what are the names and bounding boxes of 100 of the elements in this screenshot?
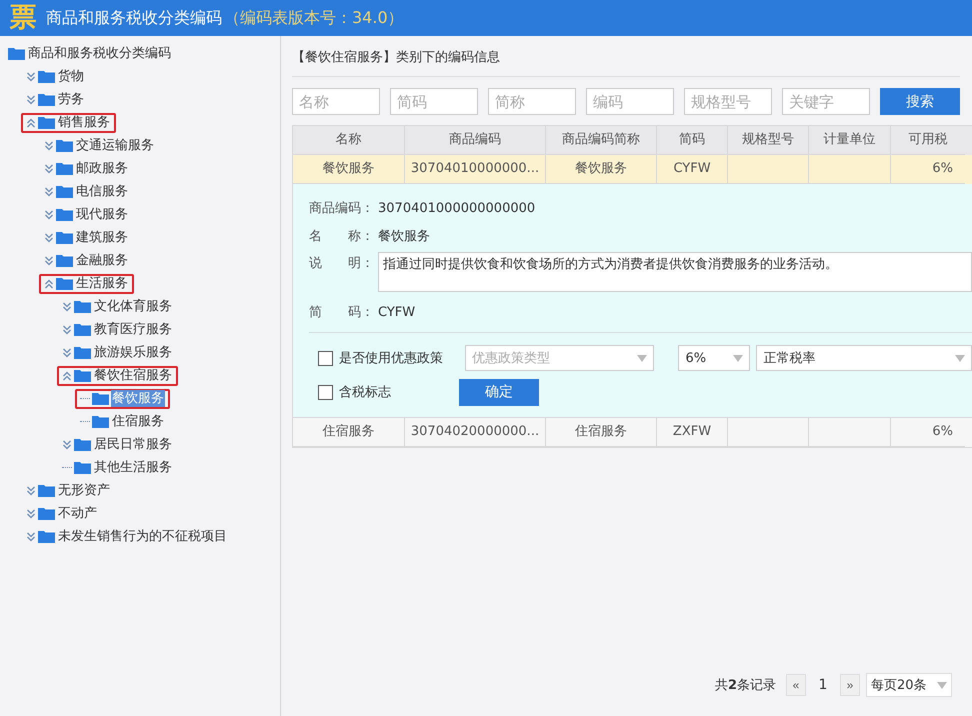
field-label: 说 明： <box>309 255 375 272</box>
folder-icon <box>56 231 73 244</box>
tree-item[interactable]: 其他生活服务 <box>93 459 173 476</box>
folder-icon <box>56 277 73 290</box>
tree-item[interactable]: 劳务 <box>57 91 85 108</box>
table-cell: 30704020000000... <box>405 418 546 447</box>
page-number: 1 <box>818 677 828 693</box>
confirm-button[interactable]: 确定 <box>459 378 539 406</box>
description-field[interactable]: 指通过同时提供饮食和饮食场所的方式为消费者提供饮食消费服务的业务活动。 <box>378 252 972 292</box>
folder-icon <box>56 162 73 175</box>
toggle-icon[interactable] <box>62 370 72 382</box>
tree-item[interactable]: 建筑服务 <box>75 229 129 246</box>
toggle-icon[interactable] <box>26 70 36 82</box>
folder-icon <box>38 530 55 543</box>
folder-icon <box>74 369 91 382</box>
app-logo: 票 <box>8 3 38 33</box>
search-button[interactable]: 搜索 <box>880 88 960 115</box>
toggle-icon[interactable] <box>44 162 54 174</box>
tree-item[interactable]: 住宿服务 <box>111 413 165 430</box>
caret-icon <box>637 354 648 362</box>
field-value: 3070401000000000000 <box>378 200 536 216</box>
folder-icon <box>38 484 55 497</box>
folder-icon <box>38 70 55 83</box>
folder-icon <box>38 507 55 520</box>
window-title: 商品和服务税收分类编码 <box>46 8 222 28</box>
checkbox-label: 是否使用优惠政策 <box>339 350 444 367</box>
tree-item[interactable]: 餐饮住宿服务 <box>93 367 173 384</box>
table-cell: 住宿服务 <box>546 418 657 447</box>
previous-page-button[interactable]: « <box>786 674 806 696</box>
folder-icon <box>56 139 73 152</box>
search-field[interactable]: 规格型号 <box>684 88 772 115</box>
search-field[interactable]: 简码 <box>390 88 478 115</box>
toggle-icon[interactable] <box>62 324 72 336</box>
tree-item[interactable]: 教育医疗服务 <box>93 321 173 338</box>
tax-rate-dropdown[interactable]: 6% <box>678 345 750 371</box>
caret-icon <box>937 682 947 688</box>
table-row[interactable]: 住宿服务 30704020000000... 住宿服务 ZXFW 6% <box>293 418 972 447</box>
tree-item[interactable]: 居民日常服务 <box>93 436 173 453</box>
field-value: CYFW <box>378 304 416 320</box>
folder-icon <box>74 461 91 474</box>
tree-item[interactable]: 交通运输服务 <box>75 137 155 154</box>
toggle-icon[interactable] <box>26 484 36 496</box>
toggle-icon[interactable] <box>44 208 54 220</box>
folder-icon <box>56 185 73 198</box>
search-field[interactable]: 编码 <box>586 88 674 115</box>
tree-item[interactable]: 旅游娱乐服务 <box>93 344 173 361</box>
page-size-dropdown[interactable]: 每页20条 <box>866 673 952 697</box>
folder-icon <box>74 323 91 336</box>
table-cell: 6% <box>891 418 965 447</box>
toggle-icon[interactable] <box>26 116 36 128</box>
next-page-button[interactable]: » <box>840 674 860 696</box>
toggle-icon[interactable] <box>26 94 36 106</box>
folder-icon <box>8 47 25 60</box>
toggle-icon[interactable] <box>62 346 72 358</box>
folder-icon <box>56 254 73 267</box>
tree-item[interactable]: 不动产 <box>57 505 98 522</box>
field-value: 餐饮服务 <box>378 228 430 245</box>
field-label: 简 码： <box>309 304 375 321</box>
toggle-icon[interactable] <box>44 232 54 244</box>
table-cell: ZXFW <box>657 418 728 447</box>
tree-item[interactable]: 未发生销售行为的不征税项目 <box>57 528 228 545</box>
tree-item[interactable]: 邮政服务 <box>75 160 129 177</box>
tree-item[interactable]: 金融服务 <box>75 252 129 269</box>
toggle-icon[interactable] <box>62 438 72 450</box>
folder-icon <box>74 346 91 359</box>
folder-icon <box>38 93 55 106</box>
toggle-icon[interactable] <box>44 254 54 266</box>
toggle-icon[interactable] <box>26 508 36 520</box>
checkbox[interactable] <box>318 350 333 366</box>
version-label: （编码表版本号：34.0） <box>224 8 404 28</box>
checkbox-label: 含税标志 <box>339 384 392 401</box>
toggle-icon[interactable] <box>44 278 54 290</box>
table-row[interactable]: 餐饮服务 30704010000000... 餐饮服务 CYFW 6% <box>293 155 972 184</box>
search-field[interactable]: 关键字 <box>782 88 870 115</box>
search-field[interactable]: 名称 <box>292 88 380 115</box>
checkbox[interactable] <box>318 384 333 400</box>
tree-item[interactable]: 生活服务 <box>75 275 129 292</box>
folder-icon <box>56 208 73 221</box>
field-label: 商品编码： <box>309 200 375 217</box>
folder-icon <box>74 438 91 451</box>
tree-item[interactable]: 货物 <box>57 68 85 85</box>
folder-icon <box>92 415 109 428</box>
record-count: 共2条记录 <box>714 677 776 694</box>
tree-item[interactable]: 商品和服务税收分类编码 <box>27 45 172 62</box>
tree-item[interactable]: 电信服务 <box>75 183 129 200</box>
search-field[interactable]: 简称 <box>488 88 576 115</box>
folder-icon <box>74 300 91 313</box>
tree-item[interactable]: 现代服务 <box>75 206 129 223</box>
toggle-icon[interactable] <box>44 186 54 198</box>
toggle-icon[interactable] <box>44 140 54 152</box>
toggle-icon[interactable] <box>26 530 36 542</box>
tree-item[interactable]: 文化体育服务 <box>93 298 173 315</box>
caret-icon <box>955 354 965 362</box>
table-cell: 住宿服务 <box>293 418 405 447</box>
rate-type-dropdown[interactable]: 正常税率 <box>756 345 972 371</box>
tree-item[interactable]: 无形资产 <box>57 482 111 499</box>
toggle-icon[interactable] <box>62 300 72 312</box>
folder-icon <box>92 392 109 405</box>
field-label: 名 称： <box>309 228 375 245</box>
tree-item[interactable]: 销售服务 <box>57 114 111 131</box>
